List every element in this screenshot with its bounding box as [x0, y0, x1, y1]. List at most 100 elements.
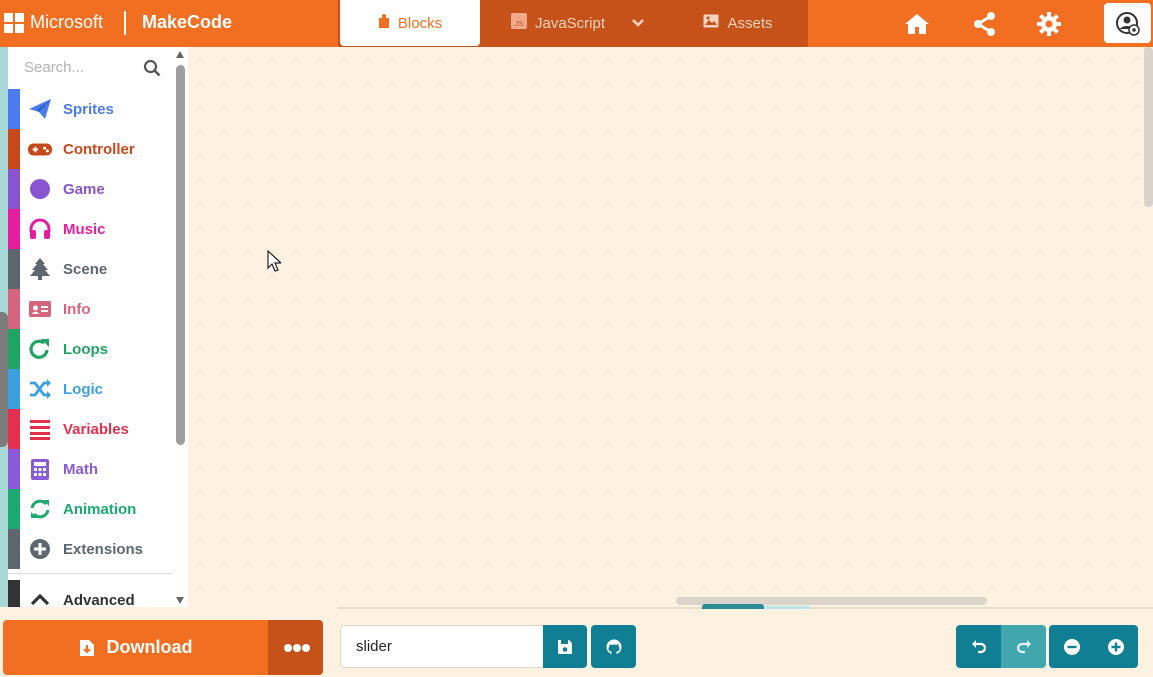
tab-javascript-label: JavaScript	[534, 14, 606, 32]
category-color-bar	[8, 329, 20, 369]
tab-javascript[interactable]: JS JavaScript	[498, 0, 618, 46]
category-label: Math	[63, 461, 98, 478]
ellipsis-icon	[302, 644, 310, 652]
more-options-button[interactable]	[268, 620, 323, 675]
category-math[interactable]: Math	[8, 449, 173, 489]
zoom-in-button[interactable]	[1094, 625, 1138, 668]
save-button[interactable]	[543, 625, 587, 668]
scrollbar-thumb[interactable]	[176, 65, 185, 445]
brand-separator	[124, 11, 126, 35]
category-info[interactable]: Info	[8, 289, 173, 329]
category-color-bar	[8, 489, 20, 529]
profile-button[interactable]	[1104, 3, 1151, 43]
floppy-disk-icon	[558, 639, 572, 654]
category-label: Info	[63, 301, 91, 318]
toolbox-search	[8, 47, 173, 88]
advanced-separator	[8, 573, 173, 574]
minus-circle-icon	[1063, 638, 1080, 655]
download-button[interactable]: Download	[3, 620, 268, 675]
editor-tabs: Blocks JS JavaScript Assets	[338, 0, 808, 47]
refresh-icon	[29, 339, 49, 359]
microsoft-logo-icon	[4, 13, 24, 33]
category-loops[interactable]: Loops	[8, 329, 173, 369]
category-music[interactable]: Music	[8, 209, 173, 249]
tab-assets[interactable]: Assets	[688, 0, 788, 46]
image-icon	[703, 14, 719, 32]
category-label: Animation	[63, 501, 137, 518]
undo-button[interactable]	[956, 625, 1001, 668]
tab-assets-label: Assets	[727, 14, 773, 32]
category-controller[interactable]: Controller	[8, 129, 173, 169]
category-color-bar	[8, 249, 20, 289]
scroll-down-icon[interactable]	[176, 597, 184, 604]
share-button[interactable]	[970, 9, 1000, 39]
microsoft-brand[interactable]: Microsoft	[30, 12, 103, 33]
circle-icon	[30, 179, 50, 199]
paper-plane-icon	[29, 99, 51, 119]
blocks-workspace[interactable]	[188, 47, 1153, 607]
simulator-toggle-handle[interactable]	[0, 312, 8, 447]
tree-icon	[30, 258, 50, 280]
category-color-bar	[8, 580, 20, 607]
category-game[interactable]: Game	[8, 169, 173, 209]
github-icon	[606, 639, 621, 654]
project-name-input[interactable]	[340, 625, 543, 668]
redo-icon	[1016, 639, 1031, 653]
category-label: Logic	[63, 381, 103, 398]
category-color-bar	[8, 529, 20, 569]
github-button[interactable]	[591, 625, 636, 668]
shuffle-icon	[30, 379, 51, 399]
category-color-bar	[8, 369, 20, 409]
category-color-bar	[8, 169, 20, 209]
category-label: Advanced	[63, 592, 135, 607]
app-header: Microsoft MakeCode Blocks JS JavaScript …	[0, 0, 1153, 47]
toolbox-scrollbar[interactable]	[173, 47, 188, 607]
makecode-brand[interactable]: MakeCode	[142, 12, 232, 33]
ellipsis-icon	[293, 644, 301, 652]
zoom-out-button[interactable]	[1049, 625, 1094, 668]
category-animation[interactable]: Animation	[8, 489, 173, 529]
tab-blocks-label: Blocks	[397, 14, 443, 32]
scroll-up-icon[interactable]	[176, 51, 184, 58]
category-label: Scene	[63, 261, 108, 278]
category-extensions[interactable]: Extensions	[8, 529, 173, 569]
category-variables[interactable]: Variables	[8, 409, 173, 449]
puzzle-icon	[378, 13, 390, 33]
list-icon	[30, 420, 50, 440]
home-button[interactable]	[902, 9, 932, 39]
category-scene[interactable]: Scene	[8, 249, 173, 289]
category-advanced[interactable]: Advanced	[8, 580, 173, 607]
category-label: Loops	[63, 341, 108, 358]
settings-button[interactable]	[1034, 9, 1064, 39]
chevron-down-icon	[632, 19, 644, 27]
search-icon[interactable]	[143, 59, 161, 77]
category-label: Music	[63, 221, 106, 238]
category-color-bar	[8, 89, 20, 129]
plus-circle-icon	[1108, 638, 1124, 655]
js-icon: JS	[510, 13, 527, 33]
toolbox: Sprites Controller Game Music Scene Info…	[0, 47, 188, 607]
profile-icon	[1116, 12, 1140, 36]
editor-toolbar: Download	[0, 609, 1153, 677]
category-label: Extensions	[63, 541, 144, 558]
category-label: Variables	[63, 421, 129, 438]
workspace-vertical-scrollbar[interactable]	[1144, 47, 1153, 207]
sync-icon	[30, 499, 50, 519]
category-label: Controller	[63, 141, 135, 158]
redo-button[interactable]	[1001, 625, 1046, 668]
category-logic[interactable]: Logic	[8, 369, 173, 409]
category-sprites[interactable]: Sprites	[8, 89, 173, 129]
home-icon	[905, 14, 929, 34]
tab-blocks[interactable]: Blocks	[340, 0, 480, 46]
category-label: Sprites	[63, 101, 114, 118]
category-color-bar	[8, 209, 20, 249]
download-file-icon	[79, 639, 94, 656]
ellipsis-icon	[284, 644, 292, 652]
category-label: Game	[63, 181, 105, 198]
category-color-bar	[8, 409, 20, 449]
svg-text:JS: JS	[515, 21, 524, 28]
category-color-bar	[8, 449, 20, 489]
language-dropdown[interactable]	[620, 0, 656, 46]
mouse-cursor-icon	[267, 250, 281, 272]
category-color-bar	[8, 129, 20, 169]
